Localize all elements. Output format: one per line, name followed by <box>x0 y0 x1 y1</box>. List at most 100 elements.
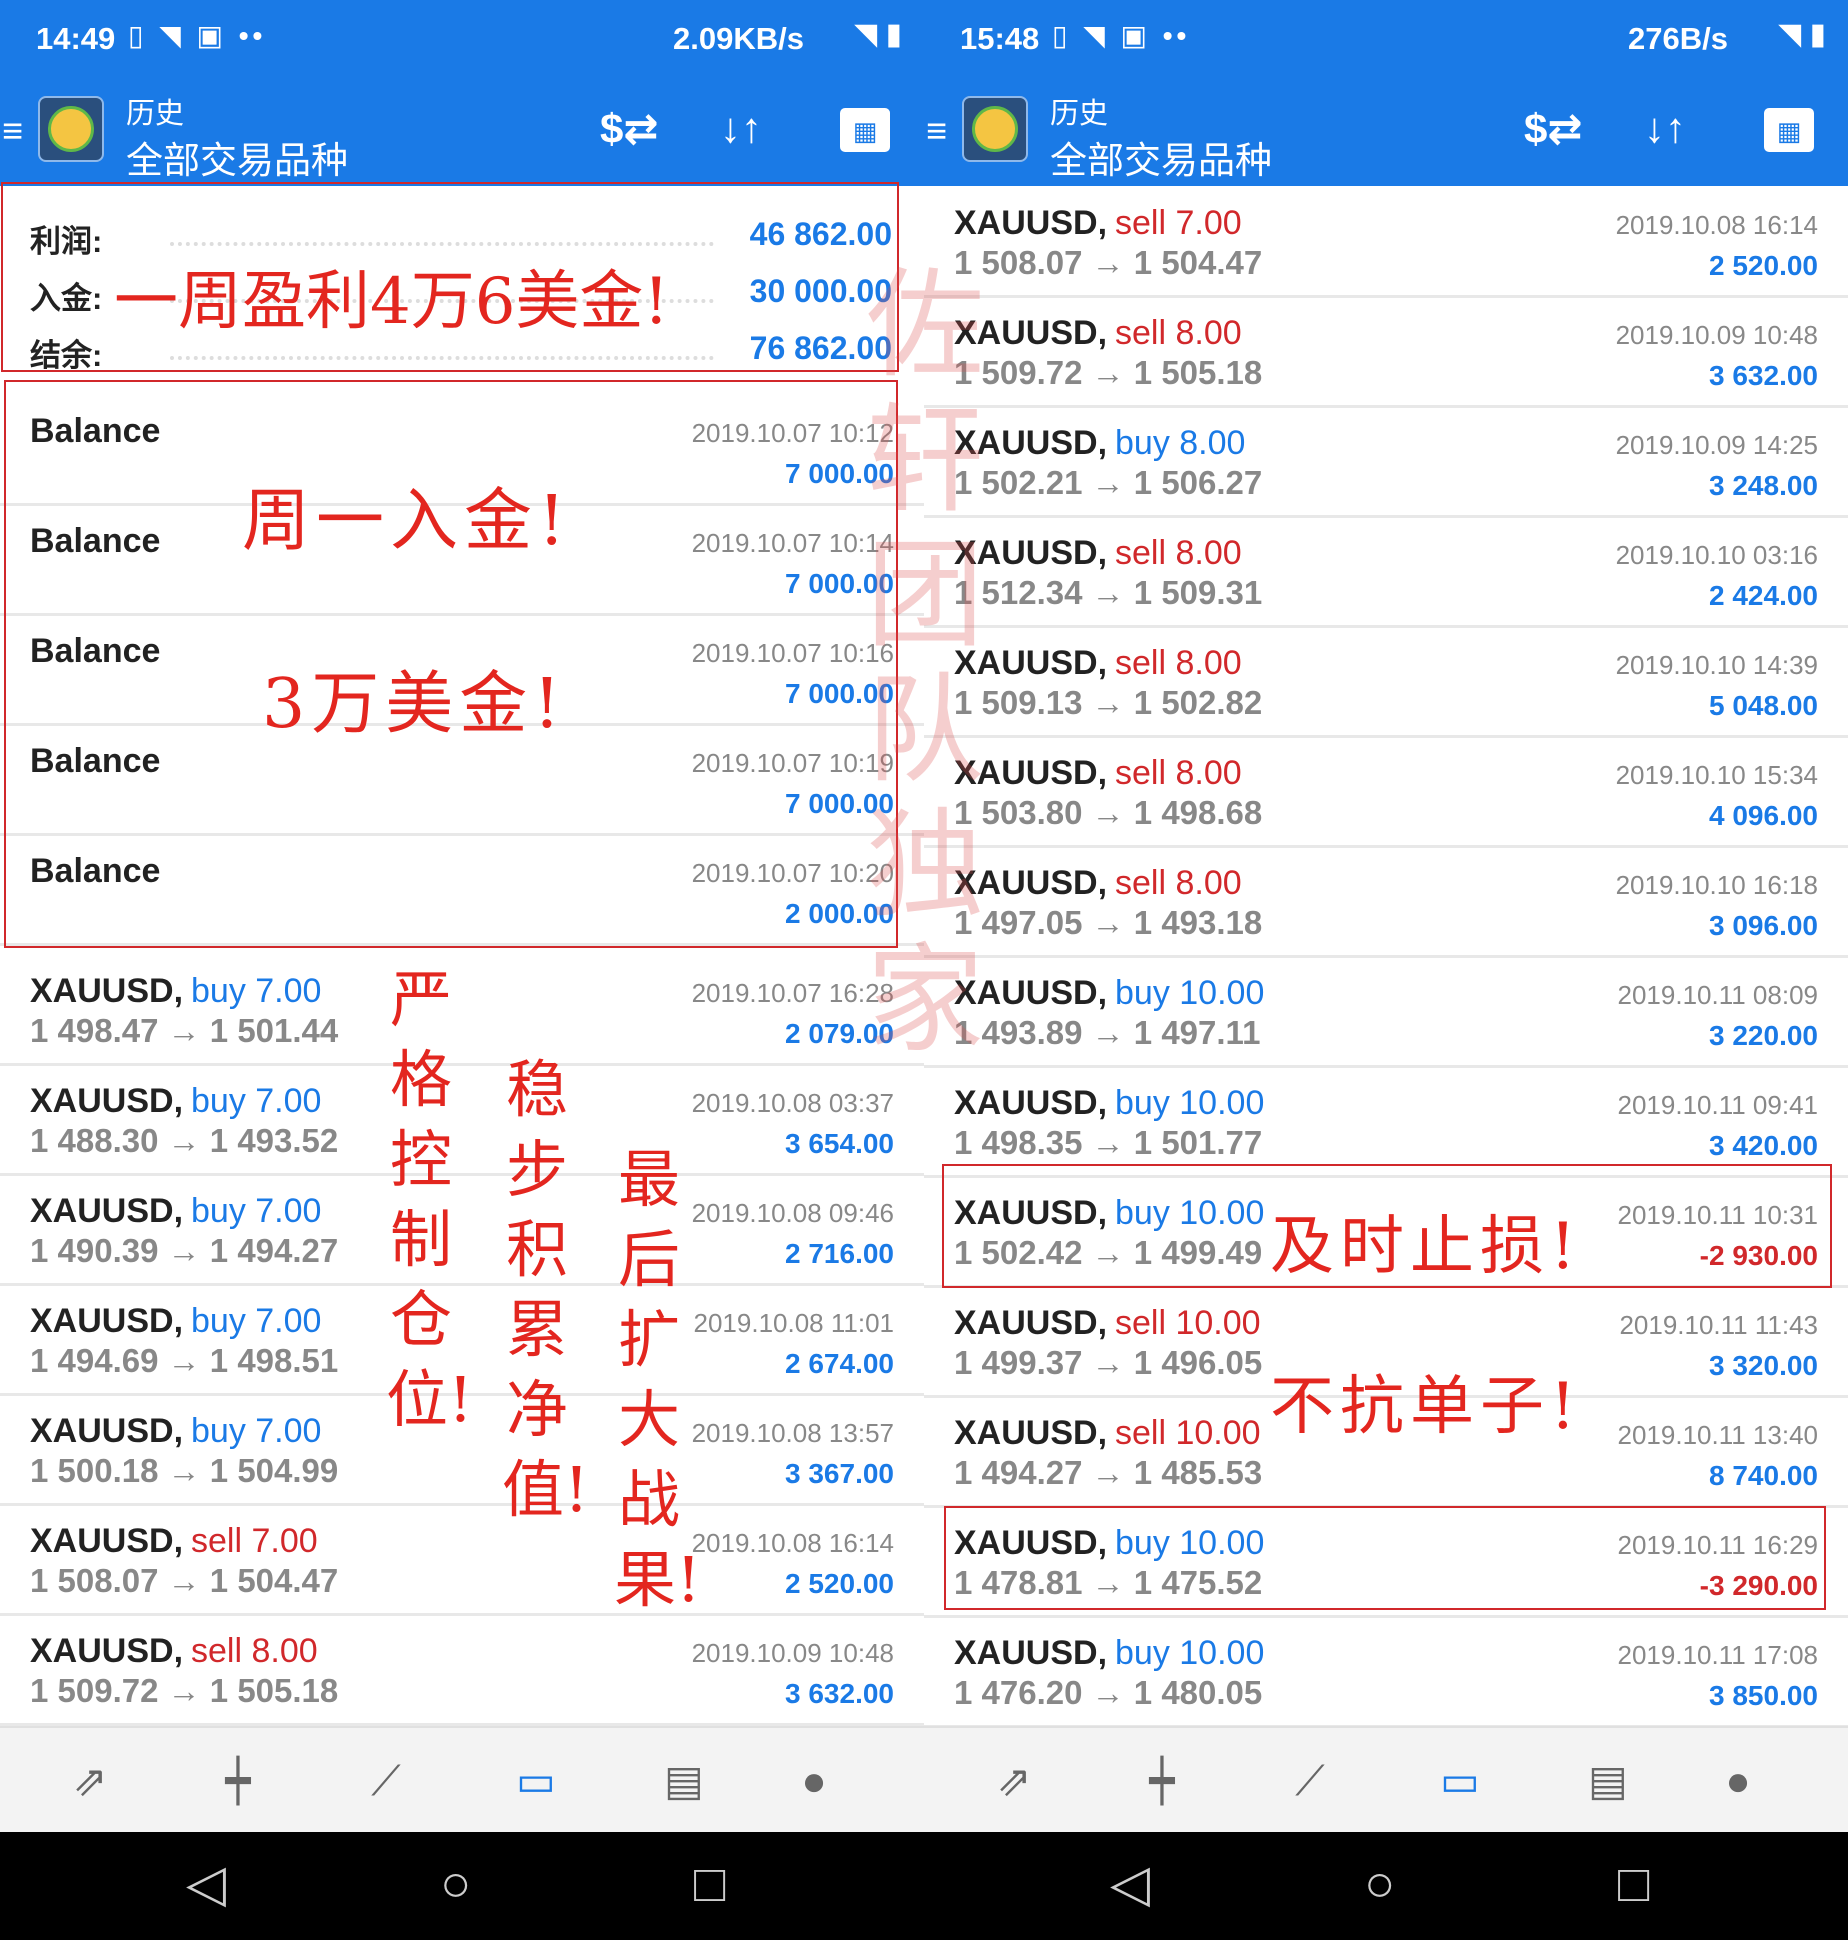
menu-icon[interactable]: ≡ <box>926 113 947 149</box>
history-icon[interactable]: ▭ <box>1430 1756 1490 1806</box>
trade-row[interactable]: XAUUSD, sell 10.00 1 494.27 → 1 485.53 2019… <box>924 1398 1848 1508</box>
sort-icon[interactable]: ↓↑ <box>720 104 762 152</box>
row-time: 2019.10.08 16:14 <box>691 1528 894 1558</box>
balance-label: Balance <box>30 412 161 450</box>
row-profit: 3 096.00 <box>1709 910 1818 941</box>
trade-type: buy 7.00 <box>191 1302 322 1340</box>
balance-label: Balance <box>30 852 161 890</box>
trade-symbol: XAUUSD, <box>30 972 184 1010</box>
trade-row[interactable]: XAUUSD, sell 8.00 1 509.72 → 1 505.18 2019.… <box>0 1616 924 1726</box>
trade-row[interactable]: XAUUSD, buy 8.00 1 502.21 → 1 506.27 2019.1… <box>924 408 1848 518</box>
trade-row[interactable]: XAUUSD, sell 7.00 1 508.07 → 1 504.47 2019.… <box>924 188 1848 298</box>
balance-row[interactable]: Balance 2019.10.07 10:14 7 000.00 <box>0 506 924 616</box>
news-icon[interactable]: ▤ <box>1578 1756 1638 1806</box>
trade-row[interactable]: XAUUSD, buy 7.00 1 498.47 → 1 501.44 2019.1… <box>0 956 924 1066</box>
recents-icon[interactable]: □ <box>1618 1854 1649 1914</box>
row-time: 2019.10.09 10:48 <box>1615 320 1818 350</box>
trade-row[interactable]: XAUUSD, sell 8.00 1 497.05 → 1 493.18 2019.… <box>924 848 1848 958</box>
trade-symbol: XAUUSD, <box>30 1412 184 1450</box>
trade-symbol: XAUUSD, <box>954 1414 1108 1452</box>
trade-prices: 1 509.72 → 1 505.18 <box>954 354 1263 391</box>
recents-icon[interactable]: □ <box>694 1854 725 1914</box>
news-icon[interactable]: ▤ <box>654 1756 714 1806</box>
back-icon[interactable]: ◁ <box>186 1854 226 1914</box>
balance-row[interactable]: Balance 2019.10.07 10:19 7 000.00 <box>0 726 924 836</box>
chart-icon[interactable]: ⟋ <box>356 1756 416 1806</box>
trade-type: buy 7.00 <box>191 1412 322 1450</box>
trade-symbol: XAUUSD, <box>30 1302 184 1340</box>
chart-icon[interactable]: ⟋ <box>1280 1756 1340 1806</box>
trade-type: buy 10.00 <box>1115 1084 1265 1122</box>
trade-prices: 1 500.18 → 1 504.99 <box>30 1452 339 1489</box>
symbol-filter[interactable]: 全部交易品种 <box>1050 130 1272 184</box>
row-time: 2019.10.09 10:48 <box>691 1638 894 1668</box>
trade-prices: 1 503.80 → 1 498.68 <box>954 794 1263 831</box>
network-speed: 2.09KB/s <box>673 21 804 56</box>
quotes-icon[interactable]: ┿ <box>1132 1756 1192 1806</box>
currency-exchange-icon[interactable]: $⇄ <box>600 104 659 153</box>
quotes-icon[interactable]: ┿ <box>208 1756 268 1806</box>
bottom-nav: ⇗ ┿ ⟋ ▭ ▤ ● <box>924 1726 1848 1832</box>
trade-prices: 1 497.05 → 1 493.18 <box>954 904 1263 941</box>
trade-row[interactable]: XAUUSD, buy 10.00 1 502.42 → 1 499.49 2019.… <box>924 1178 1848 1288</box>
sort-icon[interactable]: ↓↑ <box>1644 104 1686 152</box>
row-profit: 3 632.00 <box>1709 360 1818 391</box>
chat-icon[interactable]: ● <box>784 1756 844 1806</box>
summary-value: 30 000.00 <box>749 273 892 309</box>
trade-row[interactable]: XAUUSD, sell 10.00 1 499.37 → 1 496.05 2019… <box>924 1288 1848 1398</box>
trade-row[interactable]: XAUUSD, buy 7.00 1 500.18 → 1 504.99 2019.1… <box>0 1396 924 1506</box>
app-bar: ≡ 历史 全部交易品种 $⇄ ↓↑ ▦ <box>0 82 924 186</box>
status-time: 15:48 <box>960 21 1040 56</box>
menu-icon[interactable]: ≡ <box>2 113 23 149</box>
trade-prices: 1 508.07 → 1 504.47 <box>954 244 1263 281</box>
balance-row[interactable]: Balance 2019.10.07 10:16 7 000.00 <box>0 616 924 726</box>
trade-prices: 1 494.69 → 1 498.51 <box>30 1342 339 1379</box>
row-amount: 7 000.00 <box>785 458 894 489</box>
row-time: 2019.10.11 10:31 <box>1617 1200 1818 1230</box>
wifi-battery-icon: ◥ ▮ <box>854 18 902 51</box>
summary-label: 利润: <box>30 224 103 259</box>
balance-row[interactable]: Balance 2019.10.07 10:20 2 000.00 <box>0 836 924 946</box>
trade-row[interactable]: XAUUSD, sell 8.00 1 509.13 → 1 502.82 2019.… <box>924 628 1848 738</box>
calendar-icon[interactable]: ▦ <box>1764 108 1814 152</box>
home-icon[interactable]: ○ <box>440 1854 471 1914</box>
system-nav-bar: ◁ ○ □ <box>924 1832 1848 1940</box>
trade-row[interactable]: XAUUSD, buy 7.00 1 488.30 → 1 493.52 2019.1… <box>0 1066 924 1176</box>
home-icon[interactable]: ○ <box>1364 1854 1395 1914</box>
trade-row[interactable]: XAUUSD, buy 7.00 1 494.69 → 1 498.51 2019.1… <box>0 1286 924 1396</box>
trade-row[interactable]: XAUUSD, sell 8.00 1 509.72 → 1 505.18 2019.… <box>924 298 1848 408</box>
symbol-filter[interactable]: 全部交易品种 <box>126 130 348 184</box>
balance-row[interactable]: Balance 2019.10.07 10:12 7 000.00 <box>0 396 924 506</box>
trade-row[interactable]: XAUUSD, buy 10.00 1 493.89 → 1 497.11 2019.… <box>924 958 1848 1068</box>
row-profit: 3 367.00 <box>785 1458 894 1489</box>
calendar-icon[interactable]: ▦ <box>840 108 890 152</box>
trade-symbol: XAUUSD, <box>954 1524 1108 1562</box>
status-icons: ▯ ◥ ▣ •• <box>128 20 267 51</box>
trade-row[interactable]: XAUUSD, buy 10.00 1 498.35 → 1 501.77 2019.… <box>924 1068 1848 1178</box>
row-time: 2019.10.10 16:18 <box>1615 870 1818 900</box>
right-screen: 15:48 ▯ ◥ ▣ •• 276B/s ◥ ▮ ≡ 历史 全部交易品种 $⇄… <box>924 0 1848 1940</box>
trade-row[interactable]: XAUUSD, buy 10.00 1 478.81 → 1 475.52 2019.… <box>924 1508 1848 1618</box>
chat-icon[interactable]: ● <box>1708 1756 1768 1806</box>
summary-profit: 利润: 46 862.00 <box>0 206 924 262</box>
currency-exchange-icon[interactable]: $⇄ <box>1524 104 1583 153</box>
trade-symbol: XAUUSD, <box>954 754 1108 792</box>
trade-icon[interactable]: ⇗ <box>984 1756 1044 1806</box>
trade-row[interactable]: XAUUSD, buy 7.00 1 490.39 → 1 494.27 2019.1… <box>0 1176 924 1286</box>
trade-row[interactable]: XAUUSD, sell 8.00 1 512.34 → 1 509.31 2019.… <box>924 518 1848 628</box>
trade-prices: 1 509.72 → 1 505.18 <box>30 1672 339 1709</box>
trade-icon[interactable]: ⇗ <box>60 1756 120 1806</box>
row-profit: 2 079.00 <box>785 1018 894 1049</box>
trade-row[interactable]: XAUUSD, buy 10.00 1 476.20 → 1 480.05 2019.… <box>924 1618 1848 1728</box>
row-profit: 2 520.00 <box>1709 250 1818 281</box>
trade-prices: 1 508.07 → 1 504.47 <box>30 1562 339 1599</box>
back-icon[interactable]: ◁ <box>1110 1854 1150 1914</box>
row-time: 2019.10.07 10:19 <box>691 748 894 778</box>
trade-symbol: XAUUSD, <box>954 974 1108 1012</box>
trade-symbol: XAUUSD, <box>954 1634 1108 1672</box>
trade-type: buy 7.00 <box>191 1082 322 1120</box>
history-icon[interactable]: ▭ <box>506 1756 566 1806</box>
trade-list: XAUUSD, sell 7.00 1 508.07 → 1 504.47 2019.… <box>924 188 1848 1728</box>
trade-row[interactable]: XAUUSD, sell 7.00 1 508.07 → 1 504.47 2019.… <box>0 1506 924 1616</box>
trade-row[interactable]: XAUUSD, sell 8.00 1 503.80 → 1 498.68 2019.… <box>924 738 1848 848</box>
